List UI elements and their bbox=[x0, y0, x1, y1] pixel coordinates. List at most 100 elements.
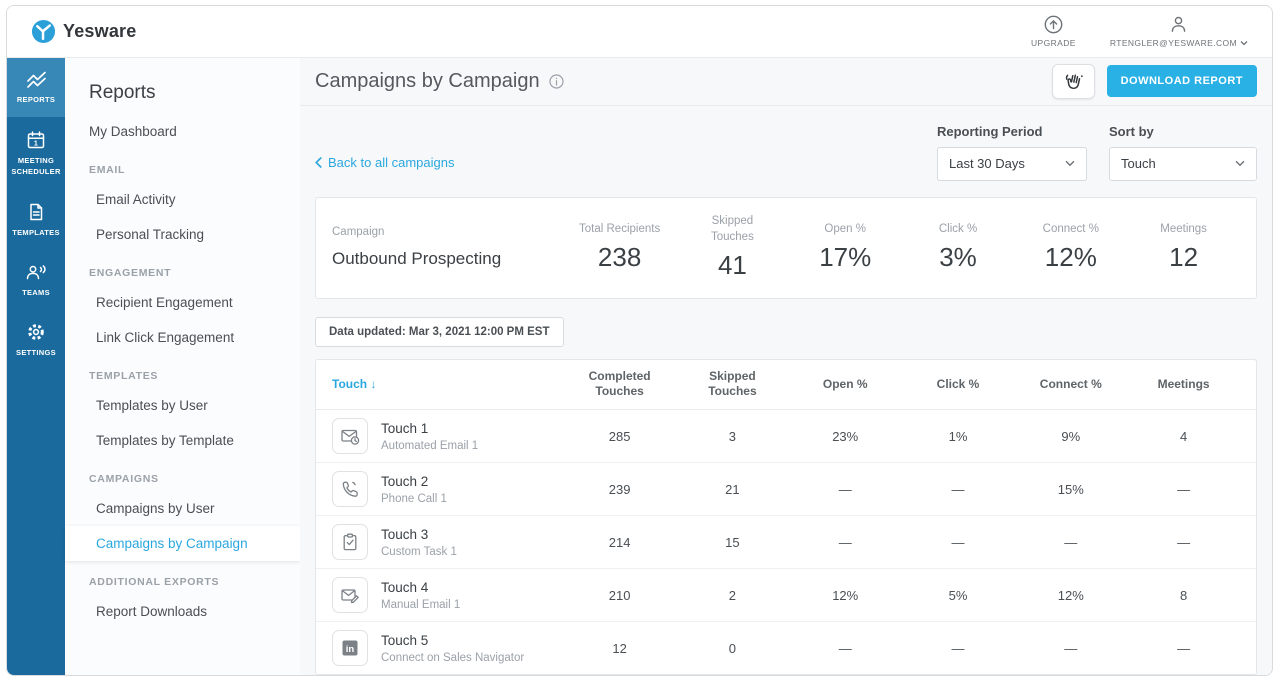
sidebar-item-link-click-engagement[interactable]: Link Click Engagement bbox=[65, 320, 300, 355]
column-header-skipped-touches[interactable]: Skipped Touches bbox=[676, 369, 789, 400]
reports-sidebar: Reports My Dashboard EMAIL Email Activit… bbox=[65, 58, 300, 675]
chevron-down-icon bbox=[1235, 160, 1245, 167]
chevron-left-icon bbox=[315, 156, 322, 168]
touch-subtitle: Manual Email 1 bbox=[381, 598, 461, 611]
sort-by-label: Sort by bbox=[1109, 123, 1154, 139]
sidebar-item-campaigns-by-user[interactable]: Campaigns by User bbox=[65, 491, 300, 526]
campaign-summary-card: Campaign Outbound Prospecting Total Reci… bbox=[315, 196, 1257, 299]
column-header-open-pct[interactable]: Open % bbox=[789, 377, 902, 393]
campaign-name: Outbound Prospecting bbox=[332, 249, 502, 269]
touch-subtitle: Automated Email 1 bbox=[381, 439, 479, 452]
sidebar-item-recipient-engagement[interactable]: Recipient Engagement bbox=[65, 285, 300, 320]
touch-title: Touch 1 bbox=[381, 420, 429, 436]
sidebar-section-templates: TEMPLATES bbox=[89, 370, 159, 382]
touch-title: Touch 3 bbox=[381, 526, 429, 542]
walkthrough-button[interactable] bbox=[1051, 63, 1095, 99]
table-row-touch-4: Touch 4 Manual Email 1 210 2 12% 5% 12% … bbox=[316, 569, 1256, 622]
automated-email-icon bbox=[332, 418, 368, 454]
back-to-all-campaigns-link[interactable]: Back to all campaigns bbox=[315, 155, 454, 170]
sidebar-item-templates-by-template[interactable]: Templates by Template bbox=[65, 423, 300, 458]
sidebar-item-email-activity[interactable]: Email Activity bbox=[65, 182, 300, 217]
column-header-meetings[interactable]: Meetings bbox=[1127, 377, 1240, 393]
summary-meetings: Meetings 12 bbox=[1160, 222, 1207, 272]
table-row-touch-1: Touch 1 Automated Email 1 285 3 23% 1% 9… bbox=[316, 410, 1256, 463]
touch-subtitle: Phone Call 1 bbox=[381, 492, 447, 505]
table-header: Touch ↓ Completed Touches Skipped Touche… bbox=[316, 360, 1256, 410]
reporting-period-filter: Reporting Period Last 30 Days bbox=[937, 124, 1087, 181]
touch-title: Touch 2 bbox=[381, 473, 429, 489]
sidebar-title: Reports bbox=[89, 82, 156, 103]
touches-table: Touch ↓ Completed Touches Skipped Touche… bbox=[315, 358, 1257, 675]
reporting-period-label: Reporting Period bbox=[937, 123, 1043, 139]
linkedin-icon: in bbox=[332, 630, 368, 666]
touch-title: Touch 5 bbox=[381, 632, 429, 648]
sidebar-section-engagement: ENGAGEMENT bbox=[89, 267, 172, 279]
sort-descending-arrow: ↓ bbox=[370, 376, 377, 391]
column-header-click-pct[interactable]: Click % bbox=[902, 377, 1015, 393]
table-row-touch-3: Touch 3 Custom Task 1 214 15 — — — — bbox=[316, 516, 1256, 569]
touch-subtitle: Custom Task 1 bbox=[381, 545, 457, 558]
rail-item-templates[interactable]: TEMPLATES bbox=[7, 189, 65, 250]
page-title: Campaigns by Campaign bbox=[315, 69, 540, 92]
table-row-touch-5: in Touch 5 Connect on Sales Navigator 12… bbox=[316, 622, 1256, 674]
sidebar-item-campaigns-by-campaign[interactable]: Campaigns by Campaign bbox=[65, 526, 300, 561]
people-icon bbox=[26, 264, 46, 279]
svg-text:in: in bbox=[346, 644, 355, 655]
app-window: Yesware UPGRADE RTENGLER@YESWARE.COM REP… bbox=[6, 5, 1273, 676]
chevron-down-icon bbox=[1065, 160, 1075, 167]
top-bar: Yesware UPGRADE RTENGLER@YESWARE.COM bbox=[7, 6, 1272, 58]
summary-total-recipients: Total Recipients 238 bbox=[579, 222, 661, 272]
download-report-button[interactable]: DOWNLOAD REPORT bbox=[1106, 65, 1257, 98]
filters-row: Back to all campaigns Reporting Period L… bbox=[315, 124, 1257, 181]
sidebar-section-email: EMAIL bbox=[89, 164, 126, 176]
column-header-touch[interactable]: Touch ↓ bbox=[332, 377, 563, 393]
custom-task-icon bbox=[332, 524, 368, 560]
table-row-touch-2: Touch 2 Phone Call 1 239 21 — — 15% — bbox=[316, 463, 1256, 516]
upgrade-label: UPGRADE bbox=[1031, 38, 1076, 48]
summary-connect-pct: Connect % 12% bbox=[1042, 222, 1099, 272]
column-header-connect-pct[interactable]: Connect % bbox=[1014, 377, 1127, 393]
title-row: Campaigns by Campaign DOWNLOAD REPORT bbox=[300, 58, 1272, 106]
touch-subtitle: Connect on Sales Navigator bbox=[381, 651, 525, 664]
sort-by-select[interactable]: Touch bbox=[1109, 146, 1257, 181]
rail-item-reports[interactable]: REPORTS bbox=[7, 58, 65, 117]
upgrade-icon bbox=[1044, 15, 1063, 34]
phone-call-icon bbox=[332, 471, 368, 507]
gear-icon bbox=[28, 324, 44, 341]
main-content: Campaigns by Campaign DOWNLOAD REPORT Ba… bbox=[300, 58, 1272, 675]
sidebar-item-personal-tracking[interactable]: Personal Tracking bbox=[65, 217, 300, 252]
yesware-logo[interactable]: Yesware bbox=[31, 19, 136, 44]
data-updated-badge: Data updated: Mar 3, 2021 12:00 PM EST bbox=[315, 316, 564, 347]
upgrade-button[interactable]: UPGRADE bbox=[1031, 15, 1076, 48]
user-icon bbox=[1169, 15, 1188, 34]
sidebar-section-additional-exports: ADDITIONAL EXPORTS bbox=[89, 576, 220, 588]
summary-skipped-touches: Skipped Touches 41 bbox=[710, 214, 754, 280]
summary-open-pct: Open % 17% bbox=[819, 222, 872, 272]
info-icon[interactable] bbox=[548, 74, 564, 89]
document-icon bbox=[30, 203, 43, 220]
rail-item-teams[interactable]: TEAMS bbox=[7, 250, 65, 310]
calendar-icon: 1 bbox=[27, 131, 45, 149]
brand-name: Yesware bbox=[63, 21, 137, 41]
chevron-down-icon bbox=[1240, 41, 1248, 46]
summary-click-pct: Click % 3% bbox=[938, 222, 978, 272]
account-email: RTENGLER@YESWARE.COM bbox=[1109, 38, 1237, 48]
column-header-completed-touches[interactable]: Completed Touches bbox=[563, 369, 676, 400]
nav-rail: REPORTS 1 MEETING SCHEDULER TEMPLATES TE… bbox=[7, 58, 65, 675]
chart-icon bbox=[26, 71, 46, 88]
touch-title: Touch 4 bbox=[381, 579, 429, 595]
rail-item-meeting-scheduler[interactable]: 1 MEETING SCHEDULER bbox=[7, 117, 65, 189]
rail-item-settings[interactable]: SETTINGS bbox=[7, 309, 65, 370]
sidebar-item-templates-by-user[interactable]: Templates by User bbox=[65, 388, 300, 423]
summary-campaign-column: Campaign Outbound Prospecting bbox=[332, 224, 563, 269]
manual-email-icon bbox=[332, 577, 368, 613]
reporting-period-select[interactable]: Last 30 Days bbox=[937, 146, 1087, 181]
account-menu[interactable]: RTENGLER@YESWARE.COM bbox=[1110, 15, 1248, 48]
yesware-logo-icon bbox=[31, 19, 56, 44]
sidebar-item-my-dashboard[interactable]: My Dashboard bbox=[65, 114, 300, 149]
wave-hand-icon bbox=[1065, 74, 1083, 89]
sidebar-item-report-downloads[interactable]: Report Downloads bbox=[65, 594, 300, 629]
sort-by-filter: Sort by Touch bbox=[1109, 124, 1257, 181]
svg-text:1: 1 bbox=[34, 138, 38, 147]
sidebar-section-campaigns: CAMPAIGNS bbox=[89, 473, 159, 485]
